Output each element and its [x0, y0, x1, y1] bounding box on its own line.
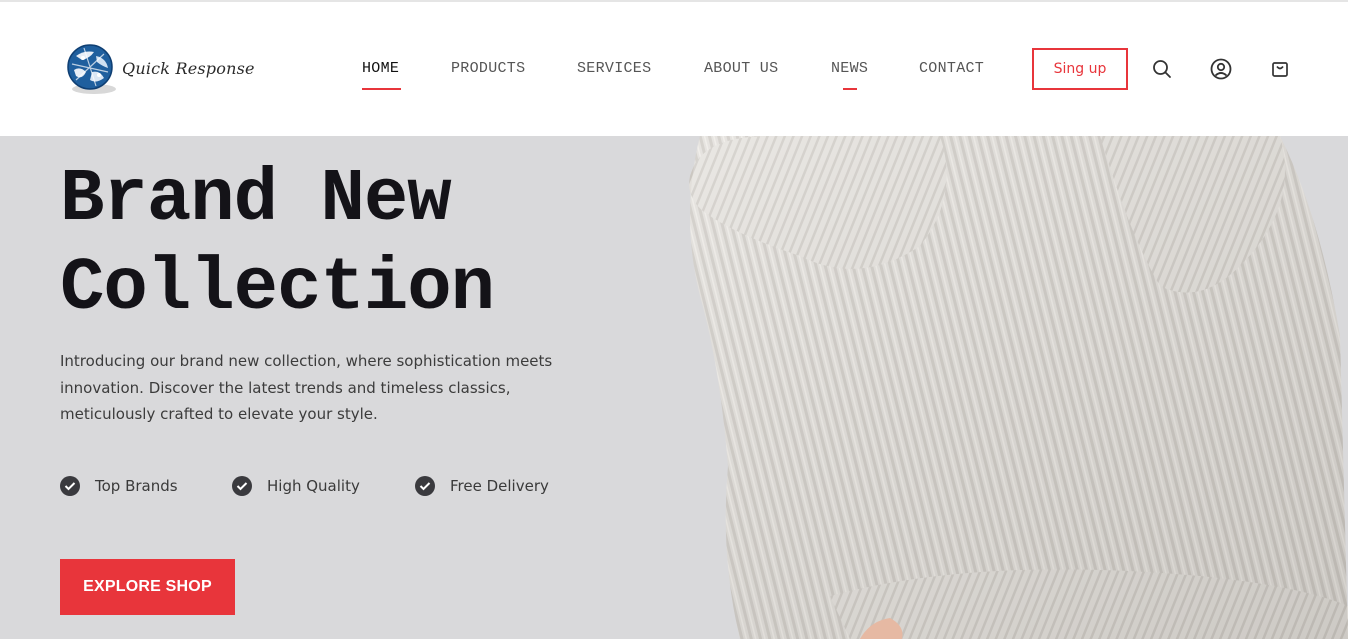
nav-item-products[interactable]: PRODUCTS	[451, 60, 525, 77]
feature-label: Free Delivery	[450, 477, 549, 495]
nav-item-about-us[interactable]: ABOUT US	[704, 60, 778, 77]
hero-title: Brand New Collection	[60, 156, 495, 334]
check-circle-icon	[415, 476, 435, 496]
feature-label: High Quality	[267, 477, 360, 495]
feature-top-brands: Top Brands	[60, 476, 178, 496]
check-circle-icon	[232, 476, 252, 496]
globe-icon	[67, 44, 116, 94]
news-nav-marker	[843, 88, 857, 90]
signup-button[interactable]: Sing up	[1032, 48, 1128, 90]
site-header: Quick Response HOME PRODUCTS SERVICES AB…	[0, 2, 1348, 136]
nav-item-contact[interactable]: CONTACT	[919, 60, 984, 77]
hero-description: Introducing our brand new collection, wh…	[60, 352, 553, 423]
nav-item-news[interactable]: NEWS	[831, 60, 868, 77]
knit-sweater-photo	[689, 136, 1348, 639]
feature-free-delivery: Free Delivery	[415, 476, 549, 496]
cart-icon[interactable]	[1269, 58, 1291, 80]
feature-label: Top Brands	[95, 477, 178, 495]
brand-logo[interactable]: Quick Response	[66, 42, 255, 96]
search-icon[interactable]	[1151, 58, 1173, 80]
hero-title-line-2: Collection	[60, 247, 495, 331]
check-circle-icon	[60, 476, 80, 496]
brand-name: Quick Response	[122, 58, 255, 78]
feature-high-quality: High Quality	[232, 476, 360, 496]
explore-shop-button[interactable]: EXPLORE SHOP	[60, 559, 235, 615]
nav-item-home[interactable]: HOME	[362, 60, 399, 77]
nav-item-services[interactable]: SERVICES	[577, 60, 651, 77]
user-icon[interactable]	[1210, 58, 1232, 80]
hero-title-line-1: Brand New	[60, 158, 452, 242]
active-nav-underline	[362, 88, 401, 90]
hero-section: Brand New Collection Introducing our bra…	[0, 136, 1348, 639]
